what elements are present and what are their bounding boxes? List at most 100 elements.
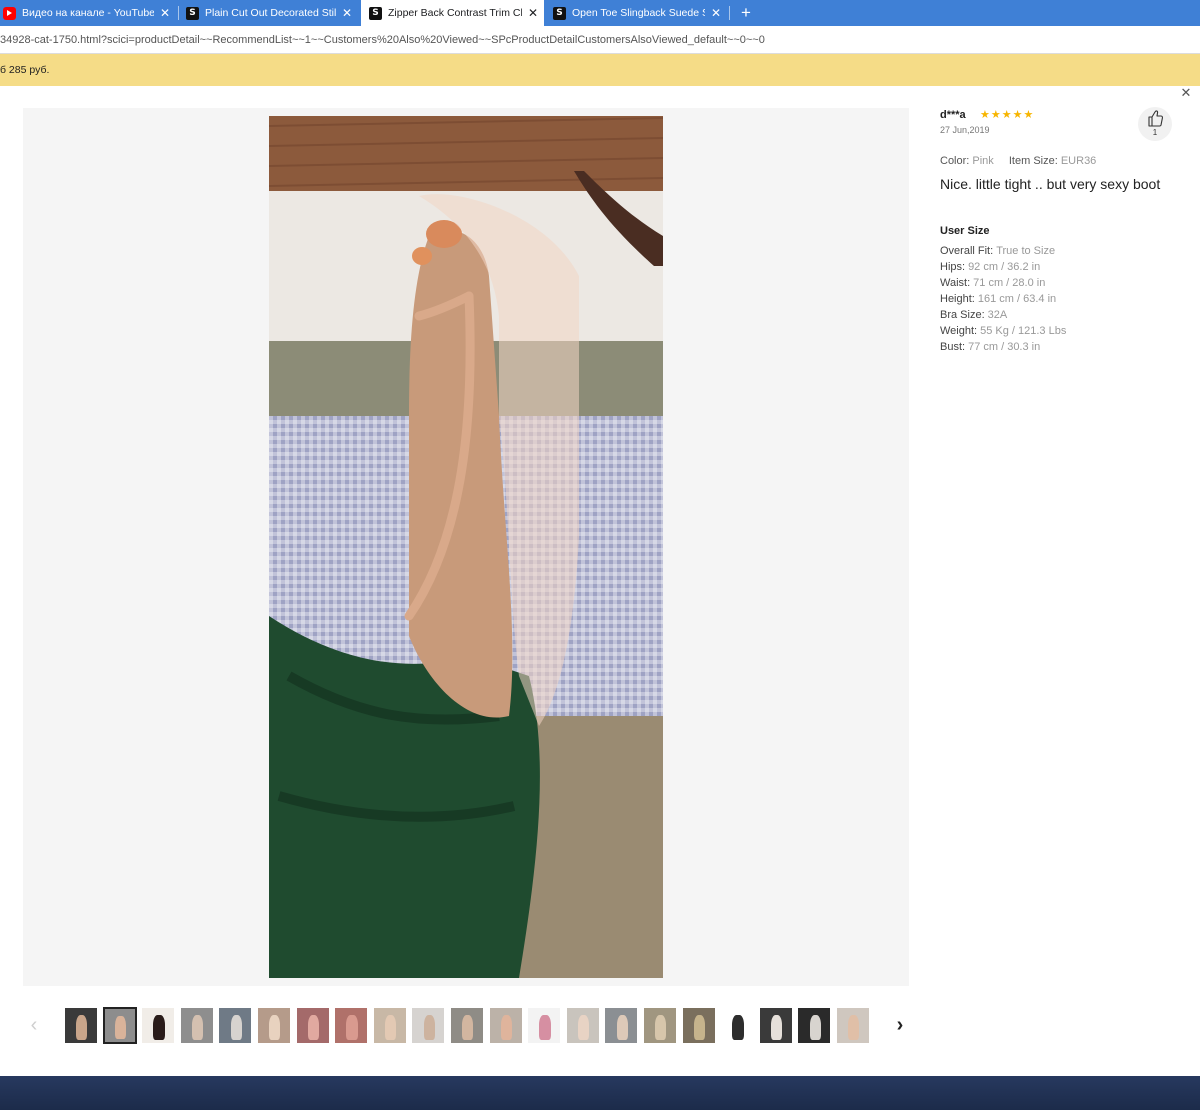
user-size-row: Bra Size: 32A [940,309,1007,321]
previous-thumbnails-arrow[interactable]: ‹ [25,1012,43,1038]
thumbnail-subject [76,1015,88,1040]
browser-tab-plain-cut-out[interactable]: S Plain Cut Out Decorated Stiletto Heels… [180,0,358,26]
next-thumbnails-arrow[interactable]: › [891,1012,909,1038]
reviewer-name: d***a [940,109,966,121]
star-icon: ★ [1023,109,1034,121]
thumbnail-subject [577,1015,590,1040]
star-icon: ★ [990,109,1001,121]
thumbnail-subject [848,1015,860,1040]
review-image-viewer [23,108,909,986]
review-thumbnail[interactable] [836,1007,870,1044]
browser-tab-youtube-studio[interactable]: Видео на канале - YouTube Studio ✕ [0,0,176,26]
review-thumbnail[interactable] [180,1007,214,1044]
review-thumbnail[interactable] [334,1007,368,1044]
youtube-icon [3,6,16,20]
thumbnail-subject [153,1015,165,1040]
address-bar[interactable]: 34928-cat-1750.html?scici=productDetail~… [0,26,1200,54]
user-size-value: True to Size [996,245,1056,257]
thumbnail-subject [655,1015,667,1040]
close-tab-icon[interactable]: ✕ [158,6,172,20]
star-icon: ★ [1012,109,1023,121]
review-thumbnail[interactable] [411,1007,445,1044]
thumbnail-subject [423,1015,435,1040]
review-thumbnail[interactable] [296,1007,330,1044]
user-size-value: 77 cm / 30.3 in [968,341,1041,353]
thumbnail-subject [693,1015,705,1040]
thumbnail-subject [307,1015,319,1040]
review-thumbnail[interactable] [527,1007,561,1044]
review-thumbnail[interactable] [643,1007,677,1044]
review-thumbnail[interactable] [566,1007,600,1044]
url-text[interactable]: 34928-cat-1750.html?scici=productDetail~… [0,34,765,46]
user-size-label: Bust: [940,341,966,353]
thumbnail-subject [500,1015,512,1040]
thumbnail-subject [346,1015,358,1040]
thumbnail-subject [809,1015,821,1040]
user-size-value: 92 cm / 36.2 in [968,261,1041,273]
close-tab-icon[interactable]: ✕ [526,6,540,20]
tab-title: Plain Cut Out Decorated Stiletto Heels [205,7,336,19]
tab-separator [729,6,730,20]
thumbnail-subject [230,1015,242,1040]
user-size-row: Hips: 92 cm / 36.2 in [940,261,1040,273]
review-thumbnail[interactable] [373,1007,407,1044]
user-size-label: Overall Fit: [940,245,994,257]
thumbnail-subject [732,1015,744,1040]
thumbnail-subject [115,1015,126,1039]
user-size-value: 161 cm / 63.4 in [977,293,1057,305]
thumbnail-subject [616,1015,628,1040]
review-photo[interactable] [269,116,663,978]
thumbnail-subject [539,1015,551,1040]
review-thumbnail[interactable] [489,1007,523,1044]
helpful-like-button[interactable]: 1 [1138,107,1172,141]
shein-s-icon: S [369,6,382,20]
banner-text: б 285 руб. [0,64,50,76]
review-thumbnail[interactable] [64,1007,98,1044]
tab-title: Видео на канале - YouTube Studio [22,7,154,19]
like-count: 1 [1152,128,1158,137]
user-size-row: Height: 161 cm / 63.4 in [940,293,1056,305]
tab-title: Zipper Back Contrast Trim Clear Heels [388,7,522,19]
user-size-label: Weight: [940,325,978,337]
thumbnail-subject [269,1015,281,1040]
browser-tab-zipper-back[interactable]: S Zipper Back Contrast Trim Clear Heels … [361,0,544,26]
user-size-label: Waist: [940,277,971,289]
review-thumbnail[interactable] [797,1007,831,1044]
review-thumbnail[interactable] [257,1007,291,1044]
review-thumbnail[interactable] [682,1007,716,1044]
user-size-title: User Size [940,225,990,237]
user-size-label: Hips: [940,261,966,273]
thumbs-up-icon [1148,110,1163,127]
close-modal-icon[interactable]: ✕ [1180,86,1192,99]
review-thumbnail[interactable] [141,1007,175,1044]
review-photo-image [269,116,663,978]
thumbnail-subject [770,1015,783,1040]
review-thumbnail[interactable] [450,1007,484,1044]
review-comment: Nice. little tight .. but very sexy boot [940,176,1161,192]
star-icon: ★ [1001,109,1012,121]
user-size-label: Height: [940,293,975,305]
star-rating: ★ ★ ★ ★ ★ [980,109,1033,121]
color-value: Pink [972,155,994,167]
user-size-label: Bra Size: [940,309,985,321]
new-tab-button[interactable]: + [737,3,755,23]
user-size-row: Overall Fit: True to Size [940,245,1055,257]
thumbnail-subject [462,1015,474,1040]
close-tab-icon[interactable]: ✕ [709,6,723,20]
review-thumbnail[interactable] [720,1007,754,1044]
review-date: 27 Jun,2019 [940,125,990,135]
review-thumbnail[interactable] [759,1007,793,1044]
notice-banner: б 285 руб. [0,54,1200,86]
browser-tab-strip: Видео на канале - YouTube Studio ✕ S Pla… [0,0,1200,26]
review-thumbnail[interactable] [218,1007,252,1044]
shein-s-icon: S [553,6,566,20]
user-size-row: Bust: 77 cm / 30.3 in [940,341,1040,353]
review-thumbnail[interactable] [604,1007,638,1044]
tab-title: Open Toe Slingback Suede Stiletto Heels [572,7,705,19]
close-tab-icon[interactable]: ✕ [340,6,354,20]
shein-s-icon: S [186,6,199,20]
user-size-value: 71 cm / 28.0 in [973,277,1046,289]
browser-tab-open-toe-slingback[interactable]: S Open Toe Slingback Suede Stiletto Heel… [547,0,727,26]
review-thumbnail[interactable] [102,1007,137,1044]
thumbnail-subject [191,1015,204,1040]
